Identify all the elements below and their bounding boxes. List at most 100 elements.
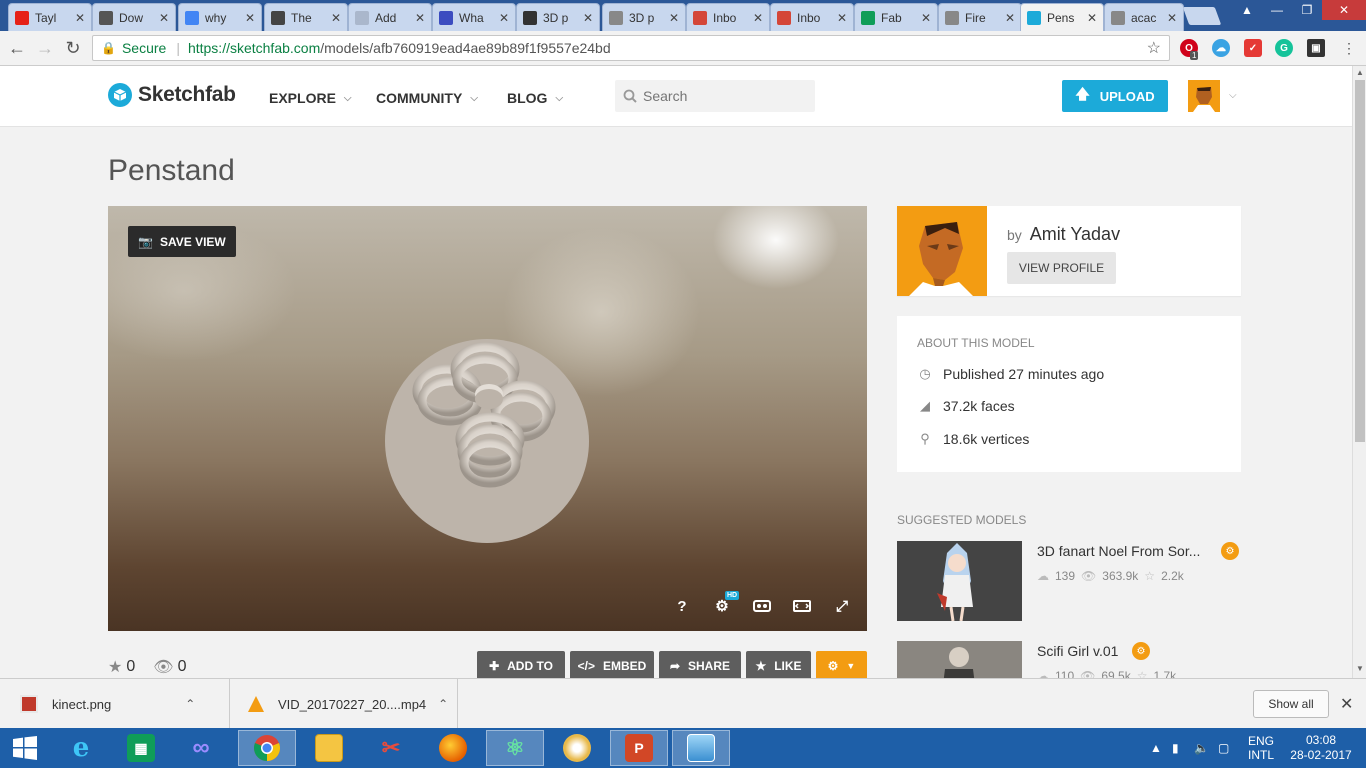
model-viewer[interactable]: 📷 SAVE VIEW ? ⚙ HD ⤢: [108, 206, 867, 631]
system-clock[interactable]: 03:08 28-02-2017: [1290, 733, 1352, 763]
download-item[interactable]: VID_20170227_20....mp4 ⌃: [230, 679, 458, 729]
user-icon[interactable]: ▲: [1232, 0, 1262, 20]
back-button[interactable]: ←: [6, 37, 28, 59]
share-button[interactable]: ➦ SHARE: [659, 651, 741, 681]
suggested-title[interactable]: 3D fanart Noel From Sor...: [1037, 543, 1217, 559]
photos-taskbar-button[interactable]: [672, 730, 730, 766]
close-tab-icon[interactable]: ✕: [159, 11, 169, 25]
upload-button[interactable]: 🡅 UPLOAD: [1062, 80, 1168, 112]
add-to-button[interactable]: ✚ ADD TO: [477, 651, 565, 681]
square-extension-icon[interactable]: ▣: [1307, 39, 1325, 57]
cloud-extension-icon[interactable]: ☁: [1212, 39, 1230, 57]
ie-taskbar-button[interactable]: e: [52, 730, 110, 766]
sketchfab-logo[interactable]: Sketchfab: [108, 83, 236, 107]
new-tab-button[interactable]: [1182, 7, 1222, 25]
close-tab-icon[interactable]: ✕: [75, 11, 85, 25]
model-render[interactable]: [385, 339, 589, 543]
close-tab-icon[interactable]: ✕: [499, 11, 509, 25]
browser-tab[interactable]: Dow ✕: [92, 3, 176, 31]
close-tab-icon[interactable]: ✕: [331, 11, 341, 25]
chrome-taskbar-button[interactable]: [238, 730, 296, 766]
save-view-button[interactable]: 📷 SAVE VIEW: [128, 226, 236, 257]
scrollbar-thumb[interactable]: [1355, 80, 1365, 442]
atom-taskbar-button[interactable]: ⚛: [486, 730, 544, 766]
browser-tab[interactable]: Fab ✕: [854, 3, 938, 31]
browser-tab[interactable]: Inbo ✕: [686, 3, 770, 31]
start-button[interactable]: [0, 730, 50, 766]
browser-tab[interactable]: 3D p ✕: [516, 3, 600, 31]
close-tab-icon[interactable]: ✕: [245, 11, 255, 25]
author-name[interactable]: Amit Yadav: [1030, 224, 1120, 244]
like-button[interactable]: ★ LIKE: [746, 651, 811, 681]
forward-button[interactable]: →: [34, 37, 56, 59]
close-tab-icon[interactable]: ✕: [753, 11, 763, 25]
chevron-up-icon[interactable]: ⌃: [185, 697, 195, 711]
paint-taskbar-button[interactable]: [548, 730, 606, 766]
options-button[interactable]: ⚙ ▼: [816, 651, 867, 681]
close-tab-icon[interactable]: ✕: [415, 11, 425, 25]
close-tab-icon[interactable]: ✕: [1167, 11, 1177, 25]
store-taskbar-button[interactable]: ▦: [112, 730, 170, 766]
nav-blog[interactable]: BLOG ⌵: [507, 90, 563, 106]
minimize-button[interactable]: —: [1262, 0, 1292, 20]
close-tab-icon[interactable]: ✕: [1087, 11, 1097, 25]
browser-tab[interactable]: acac ✕: [1104, 3, 1184, 31]
action-center-icon[interactable]: ▢: [1218, 728, 1229, 768]
volume-icon[interactable]: 🔈: [1194, 728, 1209, 768]
help-button[interactable]: ?: [671, 596, 693, 616]
browser-tab[interactable]: The ✕: [264, 3, 348, 31]
user-avatar[interactable]: [1188, 80, 1220, 112]
language-indicator[interactable]: ENG INTL: [1248, 728, 1274, 768]
browser-tab[interactable]: Pens ✕: [1020, 3, 1104, 31]
snipping-taskbar-button[interactable]: ✂: [362, 730, 420, 766]
fullscreen-icon[interactable]: ⤢: [831, 596, 853, 616]
browser-tab[interactable]: Fire ✕: [938, 3, 1022, 31]
grammarly-extension-icon[interactable]: G: [1275, 39, 1293, 57]
suggested-title[interactable]: Scifi Girl v.01: [1037, 643, 1217, 659]
powerpoint-taskbar-button[interactable]: P: [610, 730, 668, 766]
browser-tab[interactable]: 3D p ✕: [602, 3, 686, 31]
close-tab-icon[interactable]: ✕: [1005, 11, 1015, 25]
explorer-taskbar-button[interactable]: [300, 730, 358, 766]
close-tab-icon[interactable]: ✕: [583, 11, 593, 25]
browser-tab[interactable]: Wha ✕: [432, 3, 516, 31]
reload-button[interactable]: ↻: [62, 37, 84, 59]
bookmark-star-icon[interactable]: ☆: [1147, 38, 1161, 58]
network-signal-icon[interactable]: ▮: [1172, 728, 1179, 768]
nav-community[interactable]: COMMUNITY ⌵: [376, 90, 478, 106]
scroll-up-icon[interactable]: ▲: [1356, 68, 1364, 77]
infinity-taskbar-button[interactable]: ∞: [172, 730, 230, 766]
search-input[interactable]: [643, 88, 803, 104]
chevron-up-icon[interactable]: ⌃: [438, 697, 448, 711]
close-window-button[interactable]: ✕: [1322, 0, 1366, 20]
show-all-button[interactable]: Show all: [1253, 690, 1329, 718]
firefox-taskbar-button[interactable]: [424, 730, 482, 766]
close-tab-icon[interactable]: ✕: [669, 11, 679, 25]
browser-tab[interactable]: Inbo ✕: [770, 3, 854, 31]
chrome-menu-icon[interactable]: ⋮: [1338, 37, 1360, 59]
embed-button[interactable]: </> EMBED: [570, 651, 654, 681]
close-tab-icon[interactable]: ✕: [837, 11, 847, 25]
maximize-button[interactable]: ❐: [1292, 0, 1322, 20]
search-box[interactable]: [615, 80, 815, 112]
browser-tab[interactable]: Tayl ✕: [8, 3, 92, 31]
address-bar[interactable]: 🔒 Secure | https://sketchfab.com /models…: [92, 35, 1170, 61]
suggested-item[interactable]: 3D fanart Noel From Sor... ⚙ ☁ 139 👁 363.9…: [897, 541, 1241, 621]
view-profile-button[interactable]: VIEW PROFILE: [1007, 252, 1116, 284]
shield-extension-icon[interactable]: ✓: [1244, 39, 1262, 57]
suggested-thumbnail[interactable]: [897, 541, 1022, 621]
tray-show-hidden-icon[interactable]: ▲: [1150, 728, 1162, 768]
author-avatar[interactable]: [897, 206, 987, 296]
browser-tab[interactable]: Add ✕: [348, 3, 432, 31]
browser-tab[interactable]: why ✕: [178, 3, 262, 31]
theater-mode-icon[interactable]: [791, 596, 813, 616]
close-icon[interactable]: ✕: [1340, 694, 1353, 714]
vr-headset-icon[interactable]: [751, 596, 773, 616]
download-item[interactable]: kinect.png ⌃: [0, 679, 230, 729]
close-tab-icon[interactable]: ✕: [921, 11, 931, 25]
scroll-down-icon[interactable]: ▼: [1356, 664, 1364, 673]
page-scrollbar[interactable]: ▲ ▼: [1352, 66, 1366, 678]
chevron-down-icon[interactable]: ⌵: [1229, 90, 1237, 101]
star-outline-icon: ☆: [1144, 569, 1156, 583]
nav-explore[interactable]: EXPLORE ⌵: [269, 90, 352, 106]
